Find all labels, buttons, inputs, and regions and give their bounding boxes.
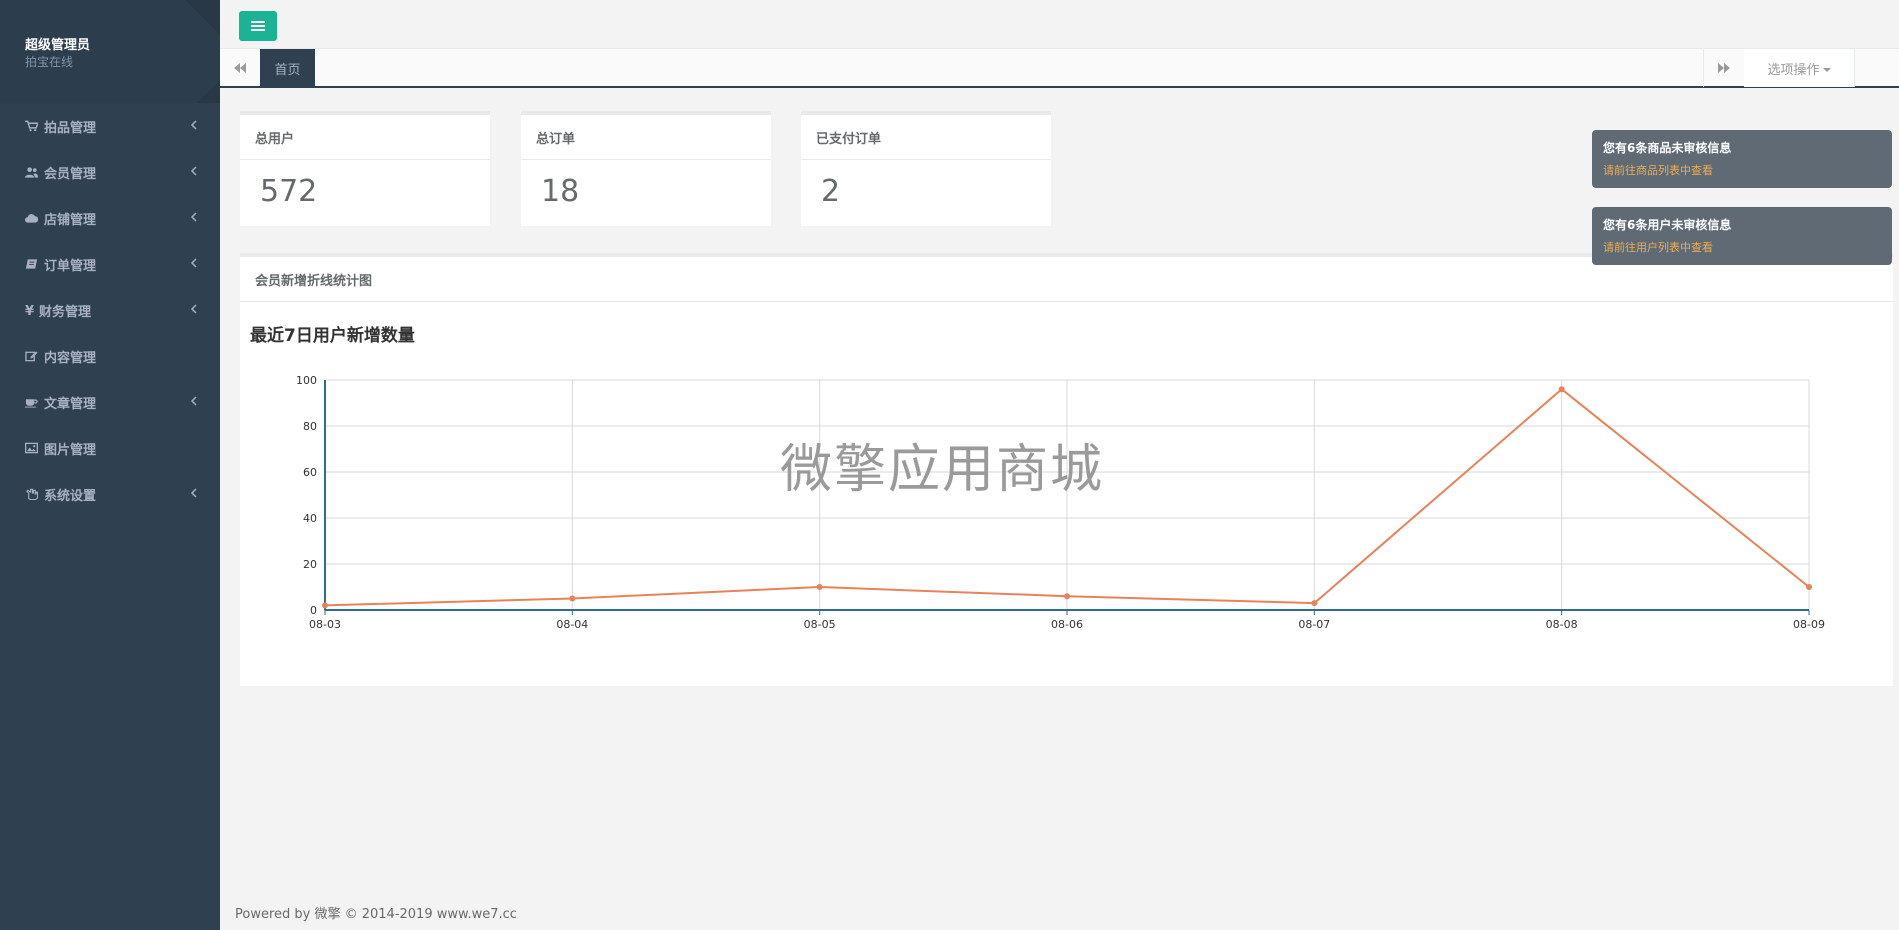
notification-link[interactable]: 请前往商品列表中查看: [1603, 162, 1881, 178]
notification-pending-users[interactable]: 您有6条用户未审核信息 请前往用户列表中查看: [1592, 207, 1892, 265]
image-icon: [25, 442, 38, 454]
tab-scroll-left-button[interactable]: [220, 49, 261, 87]
chevron-left-icon: [190, 396, 197, 406]
hamburger-icon: [251, 21, 265, 31]
y-tick-label: 0: [310, 604, 317, 617]
book-icon: [25, 259, 38, 269]
stat-card-users: 总用户 572: [240, 111, 490, 226]
hand-icon: [26, 488, 38, 500]
notification-pending-products[interactable]: 您有6条商品未审核信息 请前往商品列表中查看: [1592, 130, 1892, 188]
notification-link[interactable]: 请前往用户列表中查看: [1603, 239, 1881, 255]
sidebar-item-label: 系统设置: [44, 488, 97, 504]
caret-down-icon: [1822, 67, 1831, 72]
tab-home[interactable]: 首页: [260, 49, 315, 87]
profile-name[interactable]: 超级管理员: [25, 34, 90, 53]
chevron-left-icon: [190, 120, 197, 130]
stat-title: 总用户: [240, 115, 490, 160]
sidebar-item-settings[interactable]: 系统设置: [0, 471, 220, 517]
notification-title: 您有6条商品未审核信息: [1603, 141, 1732, 155]
data-point: [1806, 584, 1812, 590]
cart-icon: [25, 120, 38, 132]
y-tick-label: 80: [303, 420, 317, 433]
data-point: [1064, 593, 1070, 600]
data-point: [322, 602, 328, 609]
stat-card-orders: 总订单 18: [521, 111, 771, 226]
sidebar-item-articles[interactable]: 文章管理: [0, 379, 220, 425]
y-tick-label: 100: [296, 374, 317, 387]
tab-options-label: 选项操作: [1767, 62, 1820, 78]
notification-title: 您有6条用户未审核信息: [1603, 218, 1732, 232]
backward-icon: [234, 63, 246, 73]
stat-card-paid-orders: 已支付订单 2: [801, 111, 1051, 226]
chart-panel: 会员新增折线统计图 0 20 40 60 80 100 08-03 08-04 08-05 08-…: [240, 253, 1893, 686]
x-tick-label: 08-09: [1793, 618, 1825, 631]
stat-value: 18: [541, 174, 580, 209]
sidebar-item-label: 会员管理: [44, 166, 97, 182]
chart-title: 最近7日用户新增数量: [250, 326, 415, 346]
stat-title: 已支付订单: [801, 115, 1051, 160]
chevron-left-icon: [190, 258, 197, 268]
chevron-left-icon: [190, 488, 197, 498]
footer: Powered by 微擎 © 2014-2019 www.we7.cc: [235, 907, 517, 922]
x-tick-label: 08-07: [1298, 618, 1330, 631]
users-icon: [25, 167, 38, 178]
yen-icon: ¥: [25, 304, 35, 319]
sidebar-item-label: 内容管理: [44, 350, 97, 366]
forward-icon: [1718, 63, 1730, 73]
x-tick-label: 08-06: [1051, 618, 1083, 631]
sidebar-item-label: 拍品管理: [44, 120, 97, 136]
data-point: [1311, 600, 1318, 607]
stat-value: 572: [260, 174, 318, 209]
sidebar-item-images[interactable]: 图片管理: [0, 425, 220, 471]
sidebar-item-label: 文章管理: [44, 396, 97, 412]
sidebar: 超级管理员 拍宝在线 拍品管理 会员管理 店铺管理 订单管理 ¥ 财务管理 内容…: [0, 0, 220, 930]
profile-header: 超级管理员 拍宝在线: [0, 0, 220, 103]
sidebar-menu: 拍品管理 会员管理 店铺管理 订单管理 ¥ 财务管理 内容管理 文章管理 图片管…: [0, 103, 220, 517]
data-point: [816, 584, 823, 590]
cloud-icon: [25, 214, 38, 223]
sidebar-item-finance[interactable]: ¥ 财务管理: [0, 287, 220, 333]
x-tick-label: 08-04: [556, 618, 588, 631]
chevron-left-icon: [190, 212, 197, 222]
sidebar-item-label: 财务管理: [39, 304, 92, 320]
x-tick-label: 08-05: [804, 618, 836, 631]
sidebar-item-label: 图片管理: [44, 442, 97, 458]
stat-value: 2: [821, 174, 841, 209]
tabs-bar: 首页 选项操作: [220, 48, 1899, 88]
tab-scroll-right-button[interactable]: [1703, 49, 1745, 87]
sidebar-item-label: 订单管理: [44, 258, 97, 274]
x-tick-label: 08-08: [1546, 618, 1578, 631]
y-tick-label: 60: [303, 466, 317, 479]
sidebar-item-label: 店铺管理: [44, 212, 97, 228]
chevron-left-icon: [190, 304, 197, 314]
sidebar-item-orders[interactable]: 订单管理: [0, 241, 220, 287]
edit-icon: [25, 351, 38, 362]
y-tick-label: 40: [303, 512, 317, 525]
sidebar-item-content[interactable]: 内容管理: [0, 333, 220, 379]
data-point: [569, 595, 576, 602]
tab-options-dropdown[interactable]: 选项操作: [1744, 49, 1855, 87]
sidebar-item-auction[interactable]: 拍品管理: [0, 103, 220, 149]
chevron-left-icon: [190, 166, 197, 176]
watermark: 微擎应用商城: [780, 440, 1105, 500]
x-tick-label: 08-03: [309, 618, 341, 631]
sidebar-item-shops[interactable]: 店铺管理: [0, 195, 220, 241]
coffee-icon: [25, 399, 38, 408]
profile-subtitle: 拍宝在线: [25, 55, 74, 69]
top-bar: [220, 0, 1899, 48]
stat-title: 总订单: [521, 115, 771, 160]
data-point: [1558, 386, 1565, 393]
y-tick-label: 20: [303, 558, 317, 571]
toggle-sidebar-button[interactable]: [239, 11, 277, 41]
sidebar-item-members[interactable]: 会员管理: [0, 149, 220, 195]
